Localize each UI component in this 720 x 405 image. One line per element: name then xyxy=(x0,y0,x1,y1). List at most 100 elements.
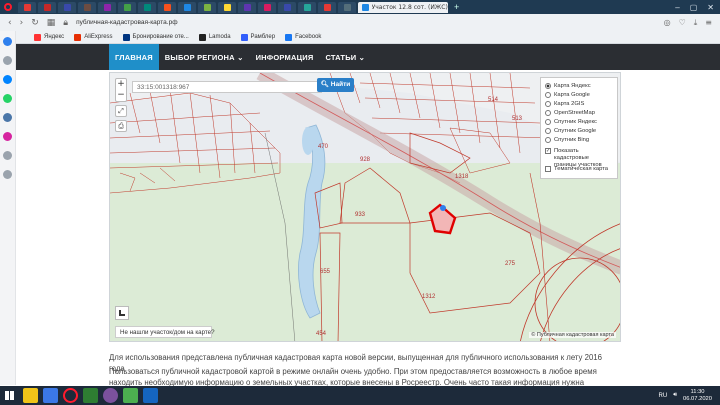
bookmark-item[interactable]: Lamoda xyxy=(198,33,231,41)
ie-icon[interactable] xyxy=(43,388,58,403)
pond xyxy=(302,127,314,155)
messenger-icon[interactable] xyxy=(3,75,12,84)
opera-menu-icon[interactable] xyxy=(0,0,16,14)
layer-yandex-map[interactable]: Карта Яндекс xyxy=(545,81,613,90)
bookmark-item[interactable]: Рамблер xyxy=(240,33,275,41)
browser-tab[interactable] xyxy=(198,1,216,13)
radio-icon[interactable] xyxy=(545,118,551,125)
tab-favicon-icon xyxy=(143,3,151,11)
whatsapp-icon[interactable] xyxy=(3,94,12,103)
radio-icon[interactable] xyxy=(545,127,551,134)
browser-tab[interactable] xyxy=(158,1,176,13)
fullscreen-icon xyxy=(119,310,125,316)
download-icon[interactable]: ⤓ xyxy=(694,18,698,28)
zoom-out-button[interactable]: − xyxy=(116,90,126,101)
bookmark-label: Бронирование оте... xyxy=(132,34,189,40)
bookmark-label: AliExpress xyxy=(84,34,113,40)
language-indicator[interactable]: RU xyxy=(659,393,668,399)
browser-tab-active[interactable]: Участок 12.8 сот. (ИЖС) с xyxy=(358,1,448,13)
find-button[interactable]: 🔍︎ Найти xyxy=(317,78,354,92)
browser-tab[interactable] xyxy=(118,1,136,13)
grid-icon[interactable]: ▦ xyxy=(47,18,56,28)
browser-tab[interactable] xyxy=(258,1,276,13)
radio-icon[interactable] xyxy=(545,109,551,116)
bookmarks-icon[interactable] xyxy=(3,56,12,65)
layer-bing-satellite[interactable]: Спутник Bing xyxy=(545,135,613,144)
browser-tab[interactable] xyxy=(278,1,296,13)
settings-icon[interactable]: ≡ xyxy=(705,18,712,28)
measure-icon[interactable]: ⤢ xyxy=(115,105,127,117)
layer-yandex-satellite[interactable]: Спутник Яндекс xyxy=(545,117,613,126)
layer-osm[interactable]: OpenStreetMap xyxy=(545,108,613,117)
print-icon[interactable]: ⎙ xyxy=(115,120,127,132)
layer-label: Карта Яндекс xyxy=(554,82,591,89)
browser-tab[interactable] xyxy=(178,1,196,13)
checkbox-icon[interactable] xyxy=(545,165,551,172)
heart-icon[interactable]: ♡ xyxy=(679,18,686,28)
app-icon[interactable] xyxy=(123,388,138,403)
show-bounds-checkbox[interactable]: ✓ Показать кадастровые границы участков xyxy=(545,148,613,168)
speed-dial-icon[interactable] xyxy=(3,37,12,46)
browser-tab[interactable] xyxy=(98,1,116,13)
nav-articles[interactable]: СТАТЬИ ⌄ xyxy=(319,44,371,70)
radio-icon[interactable] xyxy=(545,91,551,98)
minimize-icon[interactable]: – xyxy=(675,3,679,12)
zoom-in-button[interactable]: + xyxy=(116,79,126,90)
word-icon[interactable] xyxy=(143,388,158,403)
browser-tab[interactable] xyxy=(218,1,236,13)
new-tab-icon[interactable]: + xyxy=(454,2,459,12)
label-1312: 1312 xyxy=(422,294,436,300)
tab-favicon-icon xyxy=(343,3,351,11)
start-button[interactable] xyxy=(0,386,18,405)
browser-tab[interactable] xyxy=(318,1,336,13)
back-icon[interactable]: ‹ xyxy=(8,18,12,28)
location-pin-icon[interactable] xyxy=(440,205,446,211)
browser-tab[interactable] xyxy=(38,1,56,13)
browser-tab[interactable] xyxy=(78,1,96,13)
instagram-icon[interactable] xyxy=(3,132,12,141)
radio-icon[interactable] xyxy=(545,136,551,143)
clock[interactable]: 11:30 06.07.2020 xyxy=(683,389,712,403)
checkbox-checked-icon[interactable]: ✓ xyxy=(545,148,551,154)
nav-home[interactable]: ГЛАВНАЯ xyxy=(109,44,159,70)
url-field[interactable]: публичная-кадастровая-карта.рф xyxy=(76,19,177,26)
camera-icon[interactable]: ◎ xyxy=(664,18,671,28)
nav-region-select[interactable]: ВЫБОР РЕГИОНА ⌄ xyxy=(159,44,250,70)
extensions-icon[interactable] xyxy=(3,170,12,179)
bookmark-item[interactable]: Яндекс xyxy=(34,33,64,41)
bookmark-favicon-icon xyxy=(285,33,293,41)
layer-google-map[interactable]: Карта Google xyxy=(545,90,613,99)
viber-icon[interactable] xyxy=(103,388,118,403)
history-icon[interactable] xyxy=(3,151,12,160)
radio-icon[interactable] xyxy=(545,82,551,89)
browser-tab[interactable] xyxy=(138,1,156,13)
layer-2gis-map[interactable]: Карта 2GIS xyxy=(545,99,613,108)
close-icon[interactable]: ✕ xyxy=(707,3,714,12)
opera-taskbar-icon[interactable] xyxy=(63,388,78,403)
bookmark-item[interactable]: AliExpress xyxy=(74,33,113,41)
label-933: 933 xyxy=(355,212,366,218)
radio-icon[interactable] xyxy=(545,100,551,107)
vk-icon[interactable] xyxy=(3,113,12,122)
nav-information[interactable]: ИНФОРМАЦИЯ xyxy=(250,44,320,70)
forward-icon[interactable]: › xyxy=(20,18,24,28)
maximize-icon[interactable]: ▢ xyxy=(690,3,698,12)
browser-tab[interactable] xyxy=(338,1,356,13)
bookmark-item[interactable]: Бронирование оте... xyxy=(122,33,189,41)
layer-google-satellite[interactable]: Спутник Google xyxy=(545,126,613,135)
not-found-link[interactable]: Не нашли участок/дом на карте? xyxy=(115,326,215,338)
chrome-icon[interactable] xyxy=(83,388,98,403)
fullscreen-button[interactable] xyxy=(115,306,129,320)
browser-tab[interactable] xyxy=(298,1,316,13)
cadastral-map[interactable]: 1318 1312 933 928 275 513 514 655 454 47… xyxy=(109,72,621,342)
bookmark-item[interactable]: Facebook xyxy=(285,33,321,41)
browser-tab[interactable] xyxy=(58,1,76,13)
browser-tab[interactable] xyxy=(18,1,36,13)
explorer-icon[interactable] xyxy=(23,388,38,403)
cadastral-number-input[interactable]: 33:15:001318:967 xyxy=(132,81,322,93)
reload-icon[interactable]: ↻ xyxy=(31,18,39,28)
thematic-map-checkbox[interactable]: Тематическая карта xyxy=(545,164,613,173)
browser-tab[interactable] xyxy=(238,1,256,13)
map-copyright[interactable]: © Публичная кадастровая карта xyxy=(529,332,616,338)
volume-icon[interactable]: 🔊︎ xyxy=(673,392,677,399)
